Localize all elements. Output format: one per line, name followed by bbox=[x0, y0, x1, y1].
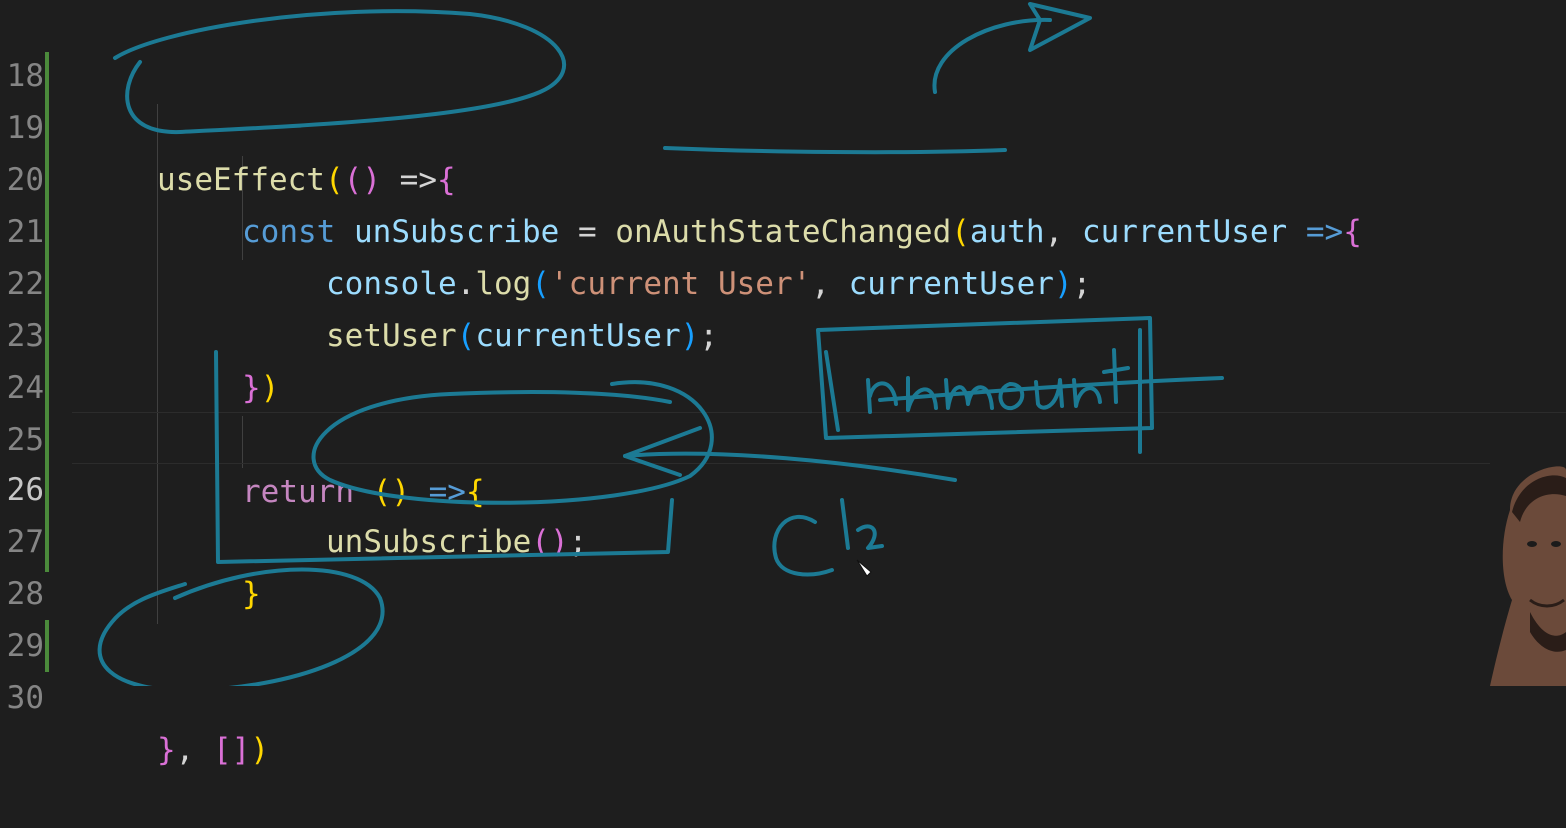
code-editor[interactable]: 18 19 useEffect(() =>{ 20 const unSubscr… bbox=[0, 0, 1566, 768]
code-line[interactable]: 30 }, []) bbox=[0, 620, 1566, 768]
code-line[interactable]: 24 bbox=[0, 310, 1566, 406]
code-line-active[interactable]: 26 unSubscribe(); bbox=[0, 412, 1566, 560]
code-line[interactable]: 25 return () =>{ bbox=[0, 362, 1566, 510]
code-line[interactable]: 22 setUser(currentUser); bbox=[0, 206, 1566, 354]
code-line[interactable]: 20 const unSubscribe = onAuthStateChange… bbox=[0, 102, 1566, 250]
code-line[interactable]: 27 } bbox=[0, 464, 1566, 612]
code-line[interactable]: 23 }) bbox=[0, 258, 1566, 406]
code-line[interactable]: 19 useEffect(() =>{ bbox=[0, 50, 1566, 198]
code-line[interactable]: 29 bbox=[0, 568, 1566, 664]
code-line[interactable]: 18 bbox=[0, 0, 1566, 94]
presenter-webcam bbox=[1490, 450, 1566, 686]
code-text: }, []) bbox=[157, 732, 269, 768]
pen-cursor-icon bbox=[856, 559, 872, 577]
code-line[interactable]: 21 console.log('current User', currentUs… bbox=[0, 154, 1566, 302]
code-line[interactable]: 28 bbox=[0, 516, 1566, 612]
line-number: 30 bbox=[6, 680, 44, 716]
